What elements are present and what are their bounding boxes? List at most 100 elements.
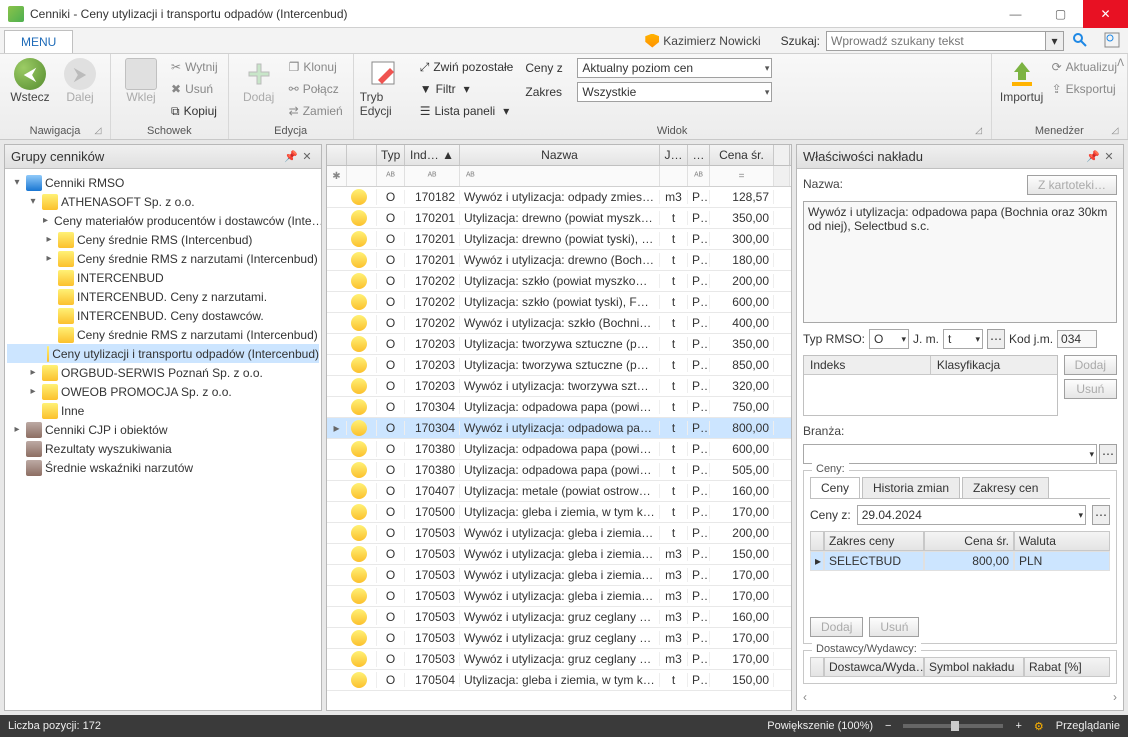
table-row[interactable]: O170201Utylizacja: drewno (powiat myszko… (327, 208, 791, 229)
search-options-icon[interactable] (1100, 28, 1124, 52)
tree-item[interactable]: Rezultaty wyszukiwania (7, 439, 319, 458)
cenyz-combo[interactable]: 29.04.2024▾ (857, 505, 1086, 525)
pin-icon[interactable]: 📌 (1085, 150, 1101, 163)
price-row[interactable]: ▸ SELECTBUD 800,00 PLN (810, 551, 1110, 571)
user-badge[interactable]: Kazimierz Nowicki (645, 28, 760, 53)
table-row[interactable]: O170201Utylizacja: drewno (powiat tyski)… (327, 229, 791, 250)
table-row[interactable]: O170500Utylizacja: gleba i ziemia, w tym… (327, 502, 791, 523)
col-nazwa[interactable]: Nazwa (460, 145, 660, 165)
table-row[interactable]: O170201Wywóz i utylizacja: drewno (Bochn… (327, 250, 791, 271)
filter-button[interactable]: ▼Filtr▾ (416, 78, 518, 100)
jm-combo[interactable]: t▾ (943, 329, 983, 349)
table-row[interactable]: O170380Utylizacja: odpadowa papa (powiat… (327, 460, 791, 481)
import-button[interactable]: Importuj (998, 56, 1046, 104)
jm-picker-button[interactable]: ⋯ (987, 329, 1005, 349)
tree-item[interactable]: INTERCENBUD (7, 268, 319, 287)
nav-launcher-icon[interactable]: ◿ (92, 125, 104, 137)
ceny-z-combo[interactable]: Aktualny poziom cen▾ (577, 58, 772, 78)
tree-item[interactable]: ▸Cenniki CJP i obiektów (7, 420, 319, 439)
magnifier-icon[interactable] (1068, 28, 1092, 52)
view-launcher-icon[interactable]: ◿ (973, 125, 985, 137)
tab-historia[interactable]: Historia zmian (862, 477, 960, 498)
col-cena[interactable]: Cena śr. (710, 145, 774, 165)
tree-item[interactable]: Średnie wskaźniki narzutów (7, 458, 319, 477)
zakres-combo[interactable]: Wszystkie▾ (577, 82, 772, 102)
back-button[interactable]: ⮜ Wstecz (6, 56, 54, 104)
table-row[interactable]: O170503Wywóz i utylizacja: gruz ceglany … (327, 628, 791, 649)
update-button[interactable]: ⟳Aktualizuj (1048, 56, 1121, 78)
tab-zakresy[interactable]: Zakresy cen (962, 477, 1049, 498)
expand-icon[interactable]: ▸ (43, 253, 55, 264)
expand-icon[interactable]: ▸ (27, 367, 39, 378)
tab-ceny[interactable]: Ceny (810, 477, 860, 498)
col-p[interactable]: … (688, 145, 710, 165)
col-jm[interactable]: J… (660, 145, 688, 165)
dg-col-dost[interactable]: Dostawca/Wyda… (824, 657, 924, 677)
panel-close-icon[interactable]: ✕ (299, 150, 315, 163)
tree-item[interactable]: Inne (7, 401, 319, 420)
maximize-button[interactable]: ▢ (1038, 0, 1083, 28)
expand-icon[interactable]: ▾ (11, 177, 23, 188)
table-row[interactable]: O170407Utylizacja: metale (powiat ostrow… (327, 481, 791, 502)
minimize-button[interactable]: — (993, 0, 1038, 28)
table-row[interactable]: O170503Wywóz i utylizacja: gleba i ziemi… (327, 586, 791, 607)
expand-icon[interactable]: ▸ (43, 234, 55, 245)
tree[interactable]: ▾Cenniki RMSO▾ATHENASOFT Sp. z o.o.▸Ceny… (5, 169, 321, 710)
pin-icon[interactable]: 📌 (283, 150, 299, 163)
table-row[interactable]: O170503Wywóz i utylizacja: gleba i ziemi… (327, 565, 791, 586)
tree-item[interactable]: ▸Ceny materiałów producentów i dostawców… (7, 211, 319, 230)
table-row[interactable]: O170503Wywóz i utylizacja: gleba i ziemi… (327, 523, 791, 544)
tree-item[interactable]: ▸ORGBUD-SERWIS Poznań Sp. z o.o. (7, 363, 319, 382)
cenyz-picker-button[interactable]: ⋯ (1092, 505, 1110, 525)
hscroll-right-icon[interactable]: › (1113, 690, 1117, 704)
expand-icon[interactable]: ▸ (27, 386, 39, 397)
mg-col-cena[interactable]: Cena śr. (924, 531, 1014, 551)
mg-col-waluta[interactable]: Waluta (1014, 531, 1110, 551)
delete-button[interactable]: ✖Usuń (167, 78, 222, 100)
close-button[interactable]: ✕ (1083, 0, 1128, 28)
link-button[interactable]: ⚯Połącz (285, 78, 347, 100)
export-button[interactable]: ⇪Eksportuj (1048, 78, 1121, 100)
expand-icon[interactable]: ▾ (27, 196, 39, 207)
indeks-del-button[interactable]: Usuń (1064, 379, 1117, 399)
menu-tab[interactable]: MENU (4, 30, 73, 53)
search-input[interactable] (826, 31, 1046, 51)
col-typ[interactable]: Typ (377, 145, 405, 165)
branza-picker-button[interactable]: ⋯ (1099, 444, 1117, 464)
indeks-add-button[interactable]: Dodaj (1064, 355, 1117, 375)
tree-item[interactable]: INTERCENBUD. Ceny z narzutami. (7, 287, 319, 306)
zoom-slider[interactable] (903, 724, 1003, 728)
typ-combo[interactable]: O▾ (869, 329, 909, 349)
table-row[interactable]: ▸O170304Wywóz i utylizacja: odpadowa pap… (327, 418, 791, 439)
indeks-grid[interactable] (804, 375, 1057, 415)
table-row[interactable]: O170503Wywóz i utylizacja: gruz ceglany … (327, 607, 791, 628)
table-row[interactable]: O170202Utylizacja: szkło (powiat myszkow… (327, 271, 791, 292)
expand-icon[interactable]: ▸ (11, 424, 23, 435)
zoom-out-icon[interactable]: − (885, 720, 891, 732)
table-row[interactable]: O170203Wywóz i utylizacja: tworzywa sztu… (327, 376, 791, 397)
ceny-del-button[interactable]: Usuń (869, 617, 919, 637)
swap-button[interactable]: ⇄Zamień (285, 100, 347, 122)
tree-item[interactable]: ▸Ceny średnie RMS (Intercenbud) (7, 230, 319, 249)
from-card-button[interactable]: Z kartoteki… (1027, 175, 1117, 195)
nazwa-field[interactable]: Wywóz i utylizacja: odpadowa papa (Bochn… (803, 201, 1117, 323)
table-row[interactable]: O170202Utylizacja: szkło (powiat tyski),… (327, 292, 791, 313)
tree-item[interactable]: ▾Cenniki RMSO (7, 173, 319, 192)
panels-button[interactable]: ☰Lista paneli▾ (416, 100, 518, 122)
table-row[interactable]: O170203Utylizacja: tworzywa sztuczne (po… (327, 334, 791, 355)
tree-item[interactable]: Ceny średnie RMS z narzutami (Intercenbu… (7, 325, 319, 344)
collapse-button[interactable]: ⤢Zwiń pozostałe (416, 56, 518, 78)
branza-combo[interactable]: ▾ (803, 444, 1097, 464)
cut-button[interactable]: ✂Wytnij (167, 56, 222, 78)
search-dropdown-button[interactable]: ▾ (1046, 31, 1064, 51)
grid-filter-row[interactable]: ✱ ᴬᴮ ᴬᴮ ᴬᴮ ᴬᴮ = (327, 166, 791, 187)
tree-item[interactable]: ▸OWEOB PROMOCJA Sp. z o.o. (7, 382, 319, 401)
kod-field[interactable]: 034 (1057, 330, 1097, 348)
table-row[interactable]: O170202Wywóz i utylizacja: szkło (Bochni… (327, 313, 791, 334)
col-ind[interactable]: Ind… ▲ (405, 145, 460, 165)
table-row[interactable]: O170182Wywóz i utylizacja: odpady zmiesz… (327, 187, 791, 208)
table-row[interactable]: O170304Utylizacja: odpadowa papa (powiat… (327, 397, 791, 418)
tree-item[interactable]: Ceny utylizacji i transportu odpadów (In… (7, 344, 319, 363)
paste-button[interactable]: Wklej (117, 56, 165, 104)
zoom-in-icon[interactable]: + (1015, 720, 1021, 732)
